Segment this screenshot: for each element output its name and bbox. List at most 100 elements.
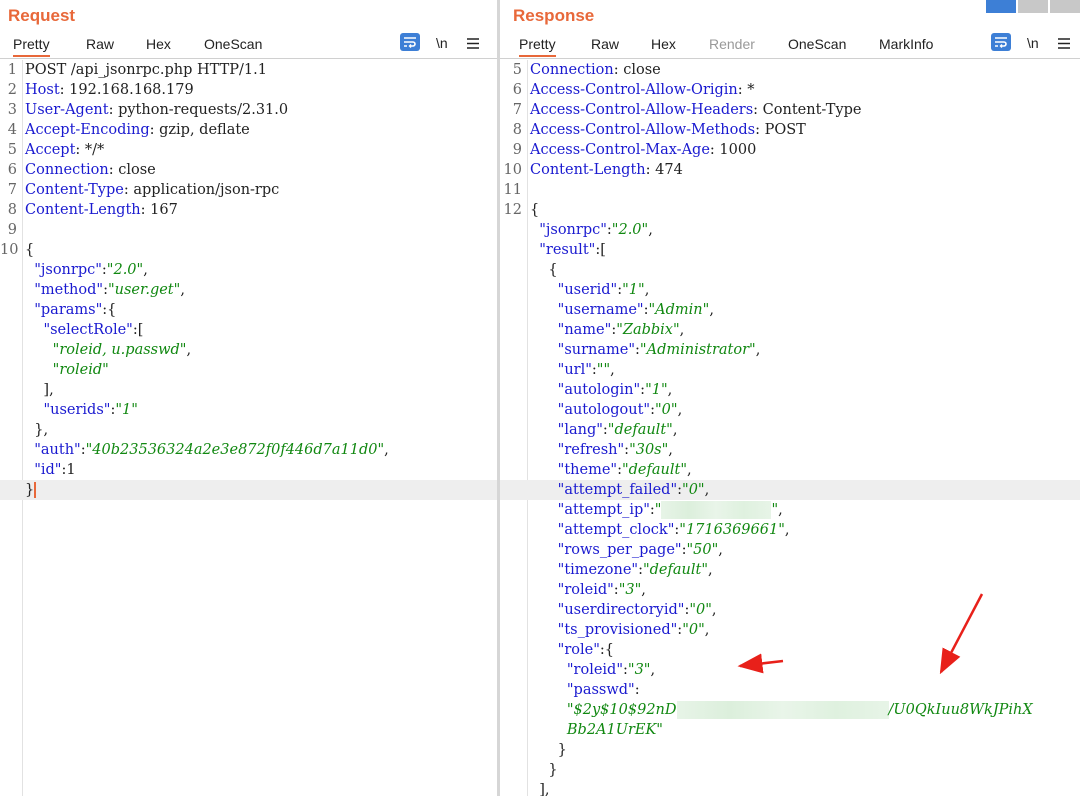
code-line[interactable]: "$2y$10$92nD/U0QkIuu8WkJPihX — [500, 700, 1080, 720]
code-punct — [530, 462, 558, 478]
code-line[interactable]: "params":{ — [0, 300, 497, 320]
menu-icon[interactable] — [467, 33, 479, 53]
code-line[interactable]: "roleid":"3", — [500, 660, 1080, 680]
code-line[interactable]: "userdirectoryid":"0", — [500, 600, 1080, 620]
code-line[interactable]: "userids":"1" — [0, 400, 497, 420]
code-line[interactable]: 5 Accept: */* — [0, 140, 497, 160]
response-tab-raw[interactable]: Raw — [591, 36, 619, 52]
code-line[interactable]: 8 Access-Control-Allow-Methods: POST — [500, 120, 1080, 140]
code-line[interactable]: "jsonrpc":"2.0", — [0, 260, 497, 280]
newline-toggle[interactable]: \n — [1027, 33, 1039, 53]
code-line[interactable]: } — [500, 740, 1080, 760]
code-line[interactable]: "name":"Zabbix", — [500, 320, 1080, 340]
line-number: 8 — [512, 122, 522, 138]
response-tab-pretty[interactable]: Pretty — [519, 36, 556, 57]
code-line[interactable]: "selectRole":[ — [0, 320, 497, 340]
code-line[interactable]: "attempt_failed":"0", — [500, 480, 1080, 500]
code-line[interactable]: "refresh":"30s", — [500, 440, 1080, 460]
code-line[interactable]: 9 — [0, 220, 497, 240]
layout-stacked-icon[interactable] — [1018, 0, 1048, 13]
code-line[interactable]: "url":"", — [500, 360, 1080, 380]
code-line[interactable]: "theme":"default", — [500, 460, 1080, 480]
code-line[interactable]: "roleid":"3", — [500, 580, 1080, 600]
code-line[interactable]: "ts_provisioned":"0", — [500, 620, 1080, 640]
request-editor[interactable]: 1 POST /api_jsonrpc.php HTTP/1.1 2 Host: 19… — [0, 60, 497, 796]
line-number: 8 — [7, 202, 17, 218]
request-tab-pretty[interactable]: Pretty — [13, 36, 50, 57]
code-line[interactable]: "roleid, u.passwd", — [0, 340, 497, 360]
layout-side-by-side-icon[interactable] — [986, 0, 1016, 13]
code-line[interactable]: 4 Accept-Encoding: gzip, deflate — [0, 120, 497, 140]
code-text: "theme":"default", — [530, 460, 692, 480]
code-string: "30s" — [629, 442, 669, 458]
code-line[interactable]: 3 User-Agent: python-requests/2.31.0 — [0, 100, 497, 120]
code-line[interactable]: "jsonrpc":"2.0", — [500, 220, 1080, 240]
code-punct: , — [672, 422, 678, 438]
code-string: "default" — [642, 562, 709, 578]
code-line[interactable]: } — [0, 480, 497, 500]
code-line[interactable]: }, — [0, 420, 497, 440]
code-line[interactable]: { — [500, 260, 1080, 280]
line-number: 10 — [0, 242, 19, 258]
code-line[interactable]: "lang":"default", — [500, 420, 1080, 440]
code-line[interactable]: "autologout":"0", — [500, 400, 1080, 420]
code-punct: : 192.168.168.179 — [59, 82, 194, 98]
code-line[interactable]: "userid":"1", — [500, 280, 1080, 300]
code-line[interactable]: 11 — [500, 180, 1080, 200]
code-punct: , — [711, 602, 717, 618]
code-line[interactable]: 2 Host: 192.168.168.179 — [0, 80, 497, 100]
response-tab-hex[interactable]: Hex — [651, 36, 676, 52]
code-line[interactable]: "autologin":"1", — [500, 380, 1080, 400]
code-line[interactable]: "result":[ — [500, 240, 1080, 260]
code-text: "autologin":"1", — [530, 380, 673, 400]
response-tab-markinfo[interactable]: MarkInfo — [879, 36, 933, 52]
code-line[interactable]: "timezone":"default", — [500, 560, 1080, 580]
newline-toggle[interactable]: \n — [436, 33, 448, 53]
code-line[interactable]: "rows_per_page":"50", — [500, 540, 1080, 560]
code-line[interactable]: "roleid" — [0, 360, 497, 380]
code-line[interactable]: 12 { — [500, 200, 1080, 220]
code-line[interactable]: 7 Content-Type: application/json-rpc — [0, 180, 497, 200]
code-text: "roleid, u.passwd", — [25, 340, 191, 360]
code-line[interactable]: "attempt_clock":"1716369661", — [500, 520, 1080, 540]
code-line[interactable]: "attempt_ip":" ", — [500, 500, 1080, 520]
code-line[interactable]: 9 Access-Control-Max-Age: 1000 — [500, 140, 1080, 160]
request-tab-onescan[interactable]: OneScan — [204, 36, 262, 52]
code-string: "1" — [115, 402, 138, 418]
code-line[interactable]: 1 POST /api_jsonrpc.php HTTP/1.1 — [0, 60, 497, 80]
code-key: Connection — [530, 62, 614, 78]
code-line[interactable]: "surname":"Administrator", — [500, 340, 1080, 360]
code-line[interactable]: "method":"user.get", — [0, 280, 497, 300]
code-line[interactable]: 10 Content-Length: 474 — [500, 160, 1080, 180]
code-line[interactable]: "passwd": — [500, 680, 1080, 700]
code-line[interactable]: Bb2A1UrEK" — [500, 720, 1080, 740]
code-string: "2.0" — [106, 262, 144, 278]
code-line[interactable]: 8 Content-Length: 167 — [0, 200, 497, 220]
code-punct: } — [25, 482, 35, 498]
request-tab-raw[interactable]: Raw — [86, 36, 114, 52]
code-line[interactable]: "id":1 — [0, 460, 497, 480]
code-line[interactable]: 10 { — [0, 240, 497, 260]
line-number: 1 — [7, 62, 17, 78]
code-punct: , — [709, 302, 714, 318]
code-line[interactable]: "auth":"40b23536324a2e3e872f0f446d7a11d0… — [0, 440, 497, 460]
code-line[interactable]: 6 Connection: close — [0, 160, 497, 180]
code-line[interactable]: 7 Access-Control-Allow-Headers: Content-T… — [500, 100, 1080, 120]
word-wrap-icon[interactable] — [991, 33, 1011, 51]
code-line[interactable]: 5 Connection: close — [500, 60, 1080, 80]
code-line[interactable]: } — [500, 760, 1080, 780]
layout-tabs-icon[interactable] — [1050, 0, 1080, 13]
response-tab-onescan[interactable]: OneScan — [788, 36, 846, 52]
code-text: "userids":"1" — [25, 400, 138, 420]
code-line[interactable]: 6 Access-Control-Allow-Origin: * — [500, 80, 1080, 100]
code-line[interactable]: ], — [0, 380, 497, 400]
request-tab-hex[interactable]: Hex — [146, 36, 171, 52]
code-text: } — [530, 760, 557, 780]
code-line[interactable]: "role":{ — [500, 640, 1080, 660]
word-wrap-icon[interactable] — [400, 33, 420, 51]
response-editor[interactable]: 5 Connection: close 6 Access-Control-Allow-… — [500, 60, 1080, 796]
menu-icon[interactable] — [1058, 33, 1070, 53]
code-line[interactable]: "username":"Admin", — [500, 300, 1080, 320]
code-line[interactable]: ], — [500, 780, 1080, 796]
code-string: "0" — [682, 622, 705, 638]
